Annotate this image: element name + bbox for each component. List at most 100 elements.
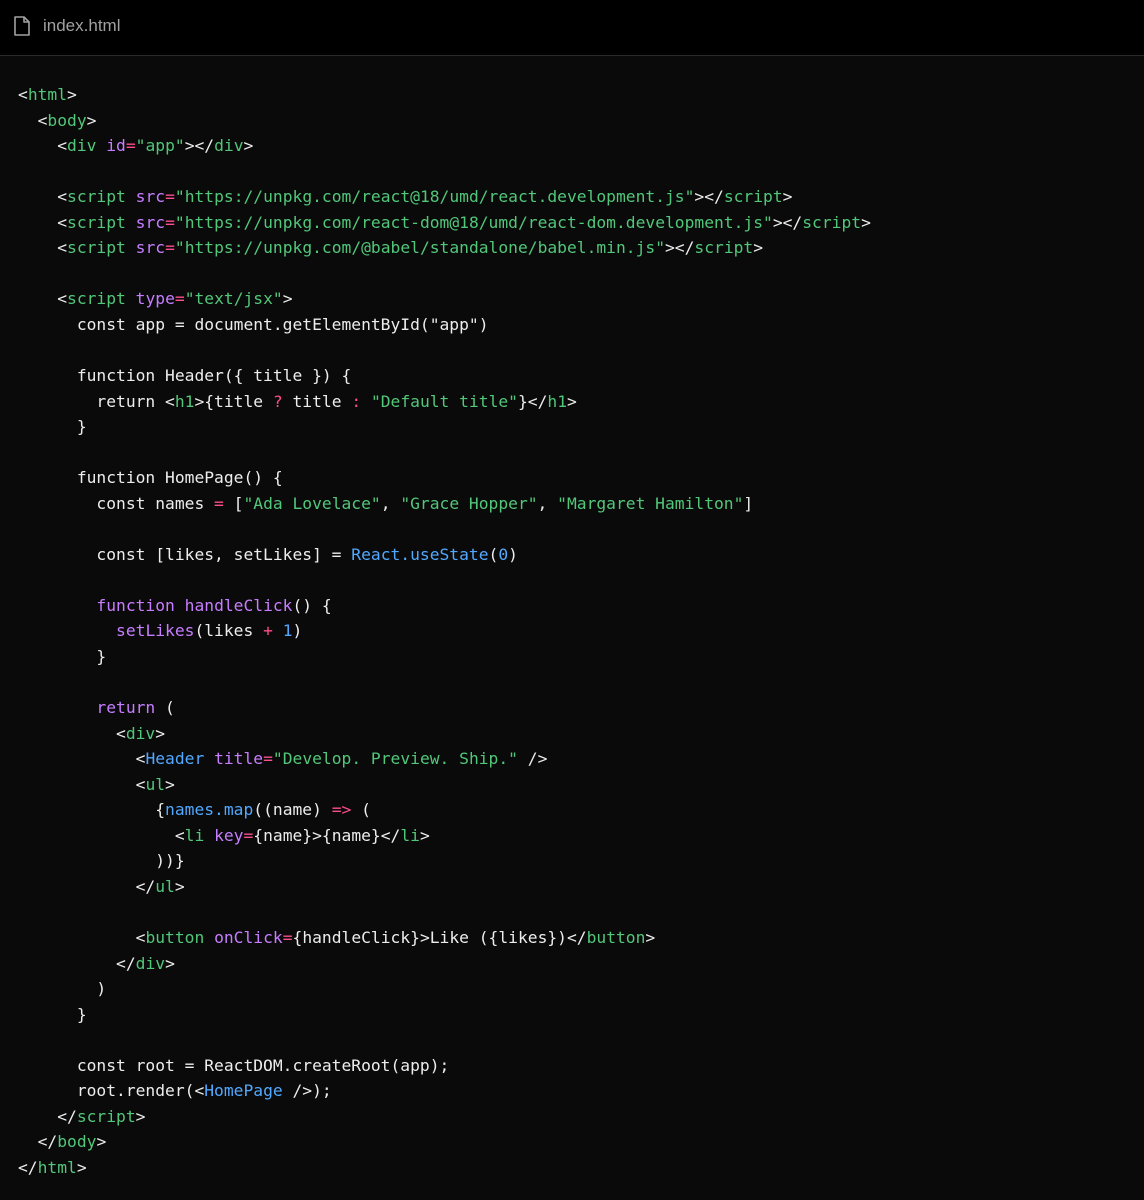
code-line: function handleClick() { [18,593,1138,619]
code-line: <button onClick={handleClick}>Like ({lik… [18,925,1138,951]
code-text: > [782,187,793,207]
code-text: ] [743,493,754,513]
code-text: () { [292,595,332,615]
code-line: function Header({ title }) { [18,363,1138,389]
code-line: <div id="app"></div> [18,133,1138,159]
code-line: <script type="text/jsx"> [18,286,1138,312]
code-text: > [76,1157,87,1177]
code-text: > [645,928,656,948]
code-text: const names [18,493,215,513]
code-line: ))} [18,848,1138,874]
code-text: /> [517,749,548,769]
code-text: function HomePage() { [18,468,283,488]
code-text: {name}>{name}</ [253,825,401,845]
code-component: HomePage [204,1081,283,1101]
code-tag: ul [155,876,175,896]
code-operator: = [165,187,175,207]
code-text: </ [18,1106,77,1126]
code-tag: script [694,238,754,258]
code-text: < [18,110,48,130]
code-operator: = [214,493,224,513]
code-text: const root = ReactDOM.createRoot(app); [18,1055,450,1075]
code-line: {names.map((name) => ( [18,797,1138,823]
code-function: handleClick [184,595,293,615]
code-tag: script [723,187,783,207]
code-line: } [18,414,1138,440]
code-tag: body [47,110,87,130]
code-operator: ? [272,391,283,411]
code-line: setLikes(likes + 1) [18,618,1138,644]
code-attribute: key [214,825,244,845]
code-text: const app = document.getElementById("app… [18,314,489,334]
file-icon [13,15,31,37]
code-text: >{title [194,391,273,411]
code-text: </ [18,953,136,973]
code-text: > [96,1132,107,1152]
code-operator: = [263,749,273,769]
code-line: <html> [18,82,1138,108]
code-text: [ [223,493,244,513]
code-text: , [537,493,558,513]
code-operator: : [351,391,362,411]
code-line: } [18,644,1138,670]
code-component: names.map [165,800,254,820]
code-tag: script [802,212,862,232]
code-keyword: return [96,698,156,718]
code-text: < [18,85,28,104]
code-string: "Develop. Preview. Ship." [272,749,518,769]
code-text: > [155,723,166,743]
code-text: < [18,212,68,232]
code-tag: button [586,928,646,948]
code-tag: ul [145,774,166,794]
code-text: > [419,825,430,845]
code-tag: script [67,187,126,207]
code-line: } [18,1002,1138,1028]
code-line: root.render(<HomePage />); [18,1078,1138,1104]
code-string: "https://unpkg.com/react@18/umd/react.de… [174,187,695,207]
code-line: <script src="https://unpkg.com/react-dom… [18,210,1138,236]
code-tag: li [400,825,420,845]
code-text: < [18,187,68,207]
code-line: const root = ReactDOM.createRoot(app); [18,1053,1138,1079]
code-line: const names = ["Ada Lovelace", "Grace Ho… [18,491,1138,517]
code-string: "Grace Hopper" [400,493,538,513]
code-number: 1 [282,621,293,641]
code-text: ( [351,800,371,820]
code-tag: script [76,1106,136,1126]
code-text: return < [18,391,175,411]
code-text: ></ [184,136,215,156]
code-string: "text/jsx" [184,289,283,309]
code-text: < [18,289,68,309]
code-operator: = [174,289,185,309]
code-text: </ [18,1157,38,1177]
code-text: > [67,85,77,104]
code-text: ) [508,544,518,564]
code-text: > [165,774,175,794]
code-text: } [18,1004,87,1024]
code-line: </div> [18,951,1138,977]
code-attribute: type [135,289,175,309]
code-text: title [282,391,352,411]
code-tag: button [145,928,205,948]
code-text: > [135,1106,146,1126]
code-text: } [18,647,107,667]
code-operator: = [282,928,293,948]
code-text: root.render(< [18,1081,205,1101]
code-line: </script> [18,1104,1138,1130]
code-component: Header [145,749,205,769]
code-text: ) [292,621,303,641]
code-string: "app" [135,136,185,156]
